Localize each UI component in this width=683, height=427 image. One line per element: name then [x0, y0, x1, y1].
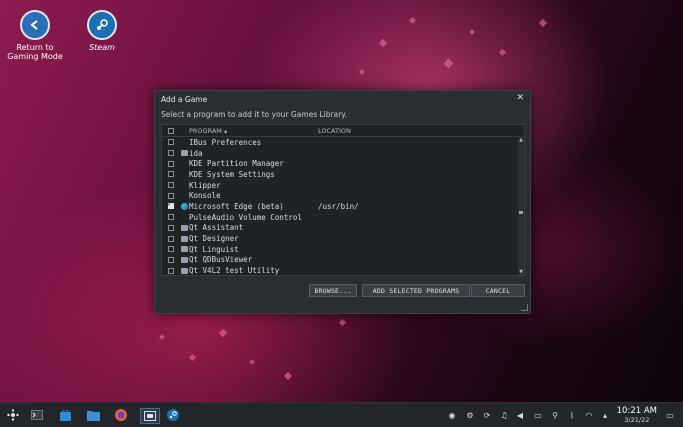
battery-icon[interactable]: ▭: [533, 410, 543, 420]
shortcut-label-line1: Return to: [16, 43, 54, 52]
program-checkbox[interactable]: [167, 171, 174, 178]
select-all-checkbox[interactable]: [167, 127, 174, 134]
screenshot-icon[interactable]: [140, 408, 160, 424]
show-desktop-icon[interactable]: ▭: [665, 410, 675, 420]
program-row[interactable]: KDE Partition Manager: [162, 158, 524, 169]
list-header: PROGRAM ▴ LOCATION: [162, 125, 524, 137]
volume-icon[interactable]: ◀: [515, 410, 525, 420]
program-checkbox[interactable]: [167, 150, 174, 157]
dialog-subtitle: Select a program to add it to your Games…: [161, 110, 348, 119]
steam-tray-icon[interactable]: ◉: [447, 410, 457, 420]
program-name: Qt QDBusViewer: [189, 255, 253, 265]
usb-icon[interactable]: ⚲: [550, 410, 560, 420]
program-row[interactable]: Qt Designer: [162, 233, 524, 244]
steam-icon: [87, 10, 117, 40]
program-checkbox[interactable]: [167, 182, 174, 189]
program-checkbox[interactable]: [167, 139, 174, 146]
steam-shortcut[interactable]: Steam: [72, 10, 132, 52]
qt-icon: [180, 256, 188, 263]
clock-date: 3/21/22: [624, 416, 650, 424]
program-checkbox[interactable]: [167, 235, 174, 242]
resize-grip[interactable]: [521, 304, 528, 311]
scroll-up-icon[interactable]: ▲: [518, 137, 524, 143]
cancel-button[interactable]: CANCEL: [471, 284, 525, 297]
program-name: ida: [189, 148, 203, 158]
update-icon[interactable]: ⟳: [482, 410, 492, 420]
program-row[interactable]: Klipper: [162, 180, 524, 191]
audio-icon[interactable]: ♫: [499, 410, 509, 420]
program-checkbox[interactable]: [167, 246, 174, 253]
program-row[interactable]: Qt V4L2 test Utility: [162, 265, 524, 276]
firefox-icon[interactable]: [114, 408, 128, 422]
program-row[interactable]: ida: [162, 148, 524, 159]
steam-shortcut-label: Steam: [89, 43, 115, 52]
program-name: KDE Partition Manager: [189, 159, 284, 169]
program-list[interactable]: PROGRAM ▴ LOCATION IBus Preferences ida KD…: [161, 124, 525, 276]
file-manager-icon[interactable]: [86, 408, 100, 422]
edge-icon: [180, 202, 188, 210]
qt-icon: [180, 224, 188, 231]
app-launcher-icon[interactable]: [6, 408, 20, 422]
program-name: Klipper: [189, 180, 221, 190]
add-selected-programs-button[interactable]: ADD SELECTED PROGRAMS: [362, 284, 470, 297]
program-name: Qt Linguist: [189, 244, 239, 254]
program-name: Qt Designer: [189, 234, 239, 244]
program-row[interactable]: PulseAudio Volume Control: [162, 212, 524, 223]
program-checkbox[interactable]: [167, 192, 174, 199]
program-name: KDE System Settings: [189, 169, 275, 179]
terminal-icon[interactable]: [30, 408, 44, 422]
wifi-icon[interactable]: ◠: [584, 410, 594, 420]
scroll-down-icon[interactable]: ▼: [518, 269, 524, 275]
program-row[interactable]: IBus Preferences: [162, 137, 524, 148]
scrollbar-thumb[interactable]: [519, 211, 523, 214]
program-location: /usr/bin/: [318, 201, 359, 211]
bluetooth-icon[interactable]: ᛒ: [567, 410, 577, 420]
program-row[interactable]: Qt QDBusViewer: [162, 255, 524, 266]
program-row[interactable]: KDE System Settings: [162, 169, 524, 180]
settings-icon[interactable]: ⚙: [465, 410, 475, 420]
program-name: IBus Preferences: [189, 137, 262, 147]
program-checkbox[interactable]: [167, 160, 174, 167]
program-name: Qt Assistant: [189, 223, 244, 233]
program-checkbox[interactable]: [167, 214, 174, 221]
program-checkbox[interactable]: [167, 200, 174, 210]
program-name: PulseAudio Volume Control: [189, 212, 302, 222]
browse-button[interactable]: BROWSE...: [309, 284, 357, 297]
column-header-location[interactable]: LOCATION: [318, 127, 524, 135]
qt-icon: [180, 267, 188, 274]
clock[interactable]: 10:21 AM 3/21/22: [617, 406, 657, 424]
return-to-gaming-mode-shortcut[interactable]: Return to Gaming Mode: [5, 10, 65, 61]
taskbar: ◉ ⚙ ⟳ ♫ ◀ ▭ ⚲ ᛒ ◠ ▴ 10:21 AM 3/21/22 ▭: [0, 402, 683, 427]
add-a-game-dialog: Add a Game ✕ Select a program to add it …: [154, 90, 531, 314]
qt-icon: [180, 235, 188, 242]
column-header-program[interactable]: PROGRAM ▴: [189, 127, 318, 135]
program-checkbox[interactable]: [167, 224, 174, 231]
program-checkbox[interactable]: [167, 256, 174, 263]
program-name: Qt V4L2 test Utility: [189, 266, 280, 276]
steam-icon[interactable]: [166, 408, 180, 422]
store-icon[interactable]: [58, 408, 72, 422]
close-icon[interactable]: ✕: [516, 93, 524, 103]
dialog-title: Add a Game: [161, 95, 208, 104]
return-arrow-icon: [20, 10, 50, 40]
chevron-up-icon[interactable]: ▴: [600, 410, 610, 420]
shortcut-label-line2: Gaming Mode: [7, 52, 63, 61]
program-name: Microsoft Edge (beta): [189, 201, 284, 211]
qt-icon: [180, 246, 188, 253]
app-icon: [180, 150, 188, 157]
list-scrollbar[interactable]: [518, 136, 524, 275]
program-row[interactable]: Konsole: [162, 190, 524, 201]
clock-time: 10:21 AM: [616, 406, 657, 416]
program-row[interactable]: Microsoft Edge (beta) /usr/bin/: [162, 200, 524, 212]
program-checkbox[interactable]: [167, 267, 174, 274]
program-row[interactable]: Qt Linguist: [162, 244, 524, 255]
program-row[interactable]: Qt Assistant: [162, 223, 524, 234]
program-name: Konsole: [189, 191, 221, 201]
